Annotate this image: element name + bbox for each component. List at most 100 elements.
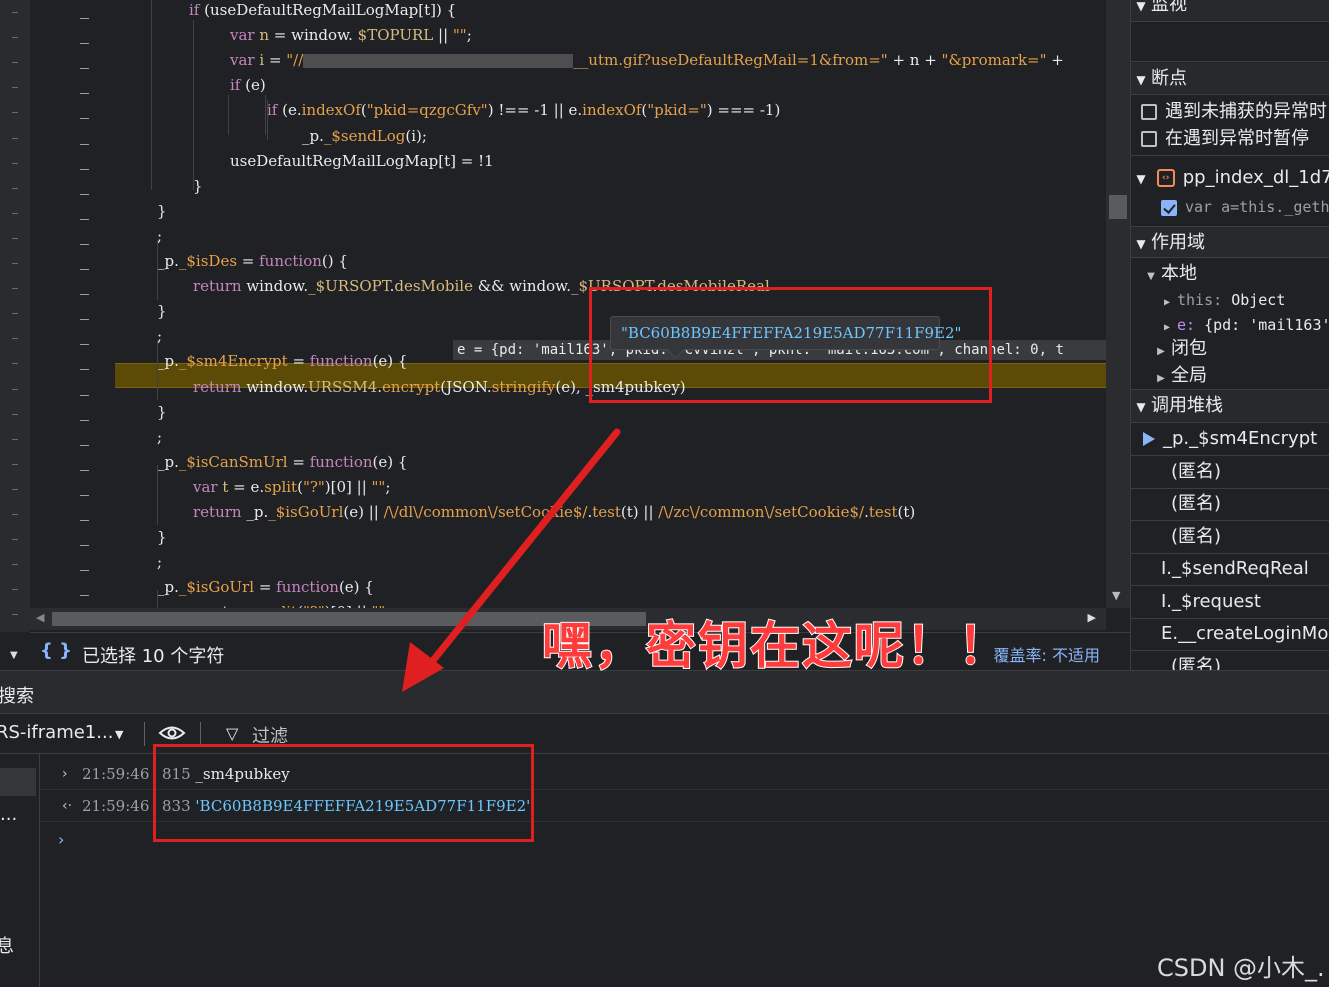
filter-icon[interactable]: ▽: [226, 724, 238, 743]
gutter-mark[interactable]: [80, 143, 89, 145]
gutter-mark[interactable]: [80, 394, 89, 396]
gutter-mark[interactable]: [80, 193, 89, 195]
callstack-frame[interactable]: _p._$sm4Encrypt: [1131, 423, 1329, 456]
code-line[interactable]: }: [193, 174, 203, 199]
code-line[interactable]: if (e): [230, 73, 266, 98]
global-scope-row[interactable]: ▶ 全局: [1131, 363, 1329, 390]
code-line[interactable]: }: [157, 400, 167, 425]
code-line[interactable]: ;: [157, 550, 162, 575]
code-line[interactable]: if (useDefaultRegMailLogMap[t]) {: [189, 0, 456, 23]
callstack-section[interactable]: ▼ 调用堆栈: [1131, 390, 1329, 423]
scroll-down-arrow-left[interactable]: ▼: [10, 650, 18, 661]
gutter-mark[interactable]: [80, 43, 89, 45]
gutter-mark[interactable]: [80, 494, 89, 496]
vertical-scrollbar[interactable]: ▼: [1106, 0, 1130, 608]
callstack-frame[interactable]: (匿名): [1131, 651, 1329, 671]
gutter-mark[interactable]: [80, 570, 89, 572]
gutter-mark[interactable]: [80, 243, 89, 245]
pretty-print-icon[interactable]: { }: [40, 640, 72, 661]
callstack-frame[interactable]: E.__createLoginMod: [1131, 618, 1329, 651]
code-line[interactable]: var n = window. $TOPURL || "";: [230, 23, 472, 48]
breakpoint-enabled-checkbox[interactable]: [1161, 199, 1177, 216]
callstack-frame[interactable]: I._$sendReqReal: [1131, 553, 1329, 586]
expand-triangle-icon[interactable]: ▶: [1151, 366, 1171, 392]
callstack-frame[interactable]: (匿名): [1131, 456, 1329, 489]
code-line[interactable]: return _p._$isGoUrl(e) || /\/dl\/common\…: [193, 500, 915, 525]
code-token: "?": [302, 477, 325, 496]
callstack-frame[interactable]: (匿名): [1131, 521, 1329, 554]
closure-scope-row[interactable]: ▶ 闭包: [1131, 336, 1329, 362]
code-line[interactable]: _p._$sendLog(i);: [302, 124, 427, 149]
gutter-mark[interactable]: [80, 419, 89, 421]
code-line[interactable]: if (e.indexOf("pkid=qzgcGfv") !== -1 || …: [267, 98, 780, 123]
collapse-triangle-icon[interactable]: ▼: [1131, 165, 1151, 193]
console-prompt-icon[interactable]: ›: [58, 830, 64, 849]
gutter-mark[interactable]: [80, 595, 89, 597]
callstack-frame[interactable]: (匿名): [1131, 488, 1329, 521]
pause-caught-checkbox[interactable]: [1141, 131, 1157, 147]
watch-label: 监视: [1151, 0, 1187, 15]
search-tab[interactable]: 搜索: [0, 682, 34, 708]
pause-caught-row[interactable]: 在遇到异常时暂停: [1131, 126, 1329, 156]
code-line[interactable]: var t = e.split("?")[0] || "";: [193, 600, 390, 608]
collapse-triangle-icon[interactable]: ▼: [1131, 391, 1151, 423]
breakpoint-file-row[interactable]: ▼ ‹› pp_index_dl_1d7: [1131, 164, 1329, 192]
scope-section[interactable]: ▼ 作用域: [1131, 226, 1329, 258]
code-line[interactable]: var i = "//__utm.gif?useDefaultRegMail=1…: [230, 48, 1064, 73]
breakpoints-section[interactable]: ▼ 断点: [1131, 63, 1329, 95]
gutter-mark[interactable]: [80, 545, 89, 547]
gutter-mark[interactable]: [80, 93, 89, 95]
callstack-frame[interactable]: I._$request: [1131, 586, 1329, 619]
gutter-mark[interactable]: [80, 444, 89, 446]
gutter-mark[interactable]: [80, 294, 89, 296]
gutter-mark[interactable]: [80, 469, 89, 471]
breakpoint-entry[interactable]: var a=this._geth: [1131, 194, 1329, 220]
scope-var-this[interactable]: ▶ this: Object: [1131, 288, 1329, 312]
collapse-triangle-icon[interactable]: ▼: [1141, 263, 1161, 291]
code-token: function: [309, 452, 373, 471]
collapse-triangle-icon[interactable]: ▼: [1131, 0, 1151, 19]
collapse-triangle-icon[interactable]: ▼: [1131, 65, 1151, 96]
watch-section[interactable]: ▼ 监视: [1131, 0, 1329, 22]
code-token: }: [157, 302, 167, 321]
indent-guide: [193, 20, 194, 190]
scroll-left-arrow[interactable]: ◀: [36, 611, 44, 624]
code-line[interactable]: _p._$isDes = function() {: [157, 249, 348, 274]
code-line[interactable]: _p._$sm4Encrypt = function(e) {: [157, 349, 407, 374]
code-line[interactable]: _p._$isCanSmUrl = function(e) {: [157, 450, 407, 475]
sidebar-item-info[interactable]: 息: [0, 932, 14, 958]
scope-var-e[interactable]: ▶ e: {pd: 'mail163': [1131, 312, 1329, 338]
sidebar-item-more[interactable]: ...: [0, 804, 17, 825]
code-line[interactable]: ;: [157, 425, 162, 450]
scroll-down-arrow[interactable]: ▼: [1112, 589, 1120, 602]
gutter-mark[interactable]: [80, 168, 89, 170]
local-scope-row[interactable]: ▼ 本地: [1131, 260, 1329, 288]
code-line[interactable]: }: [157, 525, 167, 550]
pause-uncaught-row[interactable]: 遇到未捕获的异常时: [1131, 99, 1329, 125]
gutter-mark[interactable]: [80, 319, 89, 321]
collapse-triangle-icon[interactable]: ▼: [1131, 229, 1151, 260]
sidebar-item-selected[interactable]: [0, 768, 36, 796]
pause-uncaught-checkbox[interactable]: [1141, 104, 1157, 120]
code-token: _p.: [302, 126, 324, 145]
gutter-mark[interactable]: [80, 118, 89, 120]
gutter-mark[interactable]: [80, 269, 89, 270]
gutter-mark[interactable]: [80, 520, 89, 521]
code-line[interactable]: }: [157, 199, 167, 224]
gutter-mark[interactable]: [80, 369, 89, 371]
dropdown-caret-icon[interactable]: ▼: [115, 728, 123, 741]
line-gutter[interactable]: [30, 0, 115, 622]
gutter-mark[interactable]: [80, 218, 89, 220]
gutter-mark[interactable]: [80, 344, 89, 346]
code-line[interactable]: }: [157, 299, 167, 324]
eye-icon[interactable]: [158, 724, 186, 742]
code-line[interactable]: var t = e.split("?")[0] || "";: [193, 475, 390, 500]
scroll-thumb[interactable]: [1109, 195, 1127, 219]
code-line[interactable]: _p._$isGoUrl = function(e) {: [157, 575, 374, 600]
code-line[interactable]: useDefaultRegMailLogMap[t] = !1: [230, 149, 494, 174]
gutter-mark[interactable]: [80, 68, 89, 70]
context-selector[interactable]: RS-iframe1...: [0, 722, 113, 743]
scroll-right-arrow[interactable]: ▶: [1088, 611, 1096, 624]
expand-triangle-icon[interactable]: ▶: [1151, 339, 1171, 365]
gutter-mark[interactable]: [80, 18, 89, 19]
